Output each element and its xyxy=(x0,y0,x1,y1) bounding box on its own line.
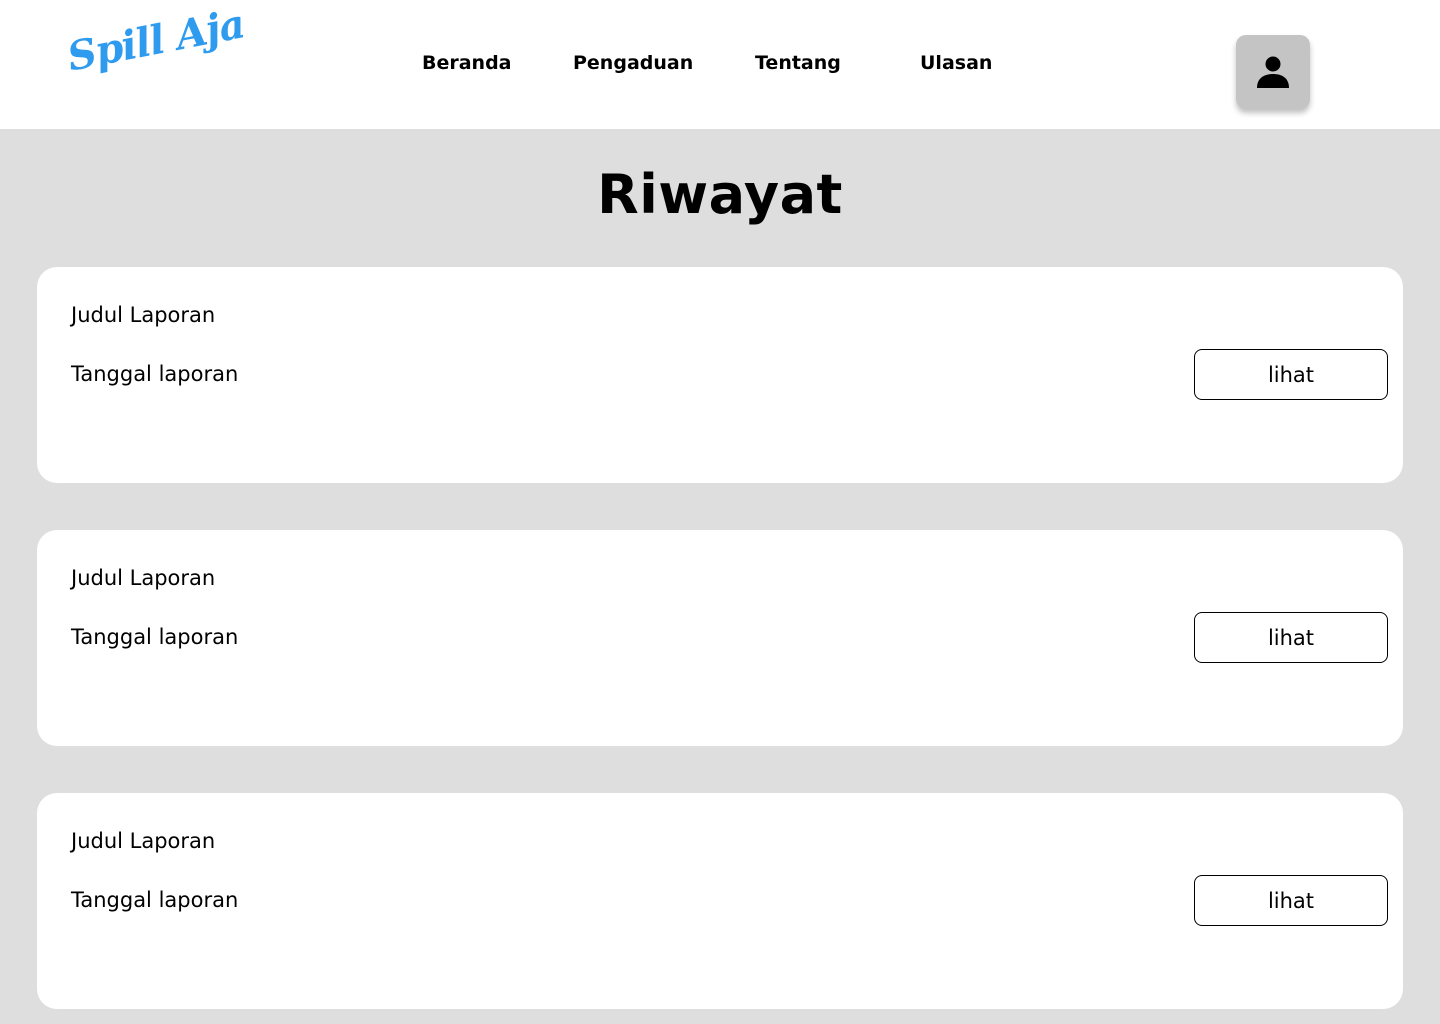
report-date: Tanggal laporan xyxy=(71,625,239,649)
report-card: Judul Laporan Tanggal laporan lihat xyxy=(37,793,1403,1009)
report-title: Judul Laporan xyxy=(71,566,216,590)
nav-item-beranda[interactable]: Beranda xyxy=(422,52,512,74)
top-navbar: Spill Aja Beranda Pengaduan Tentang Ulas… xyxy=(0,0,1440,129)
report-title: Judul Laporan xyxy=(71,829,216,853)
page-title: Riwayat xyxy=(597,163,843,226)
nav-item-pengaduan[interactable]: Pengaduan xyxy=(573,52,693,74)
report-date: Tanggal laporan xyxy=(71,362,239,386)
brand-logo[interactable]: Spill Aja xyxy=(64,0,248,80)
nav-item-ulasan[interactable]: Ulasan xyxy=(920,52,992,74)
report-date: Tanggal laporan xyxy=(71,888,239,912)
view-report-button[interactable]: lihat xyxy=(1194,612,1388,663)
report-card: Judul Laporan Tanggal laporan lihat xyxy=(37,267,1403,483)
report-title: Judul Laporan xyxy=(71,303,216,327)
view-report-button[interactable]: lihat xyxy=(1194,875,1388,926)
profile-button[interactable] xyxy=(1236,35,1310,109)
nav-item-tentang[interactable]: Tentang xyxy=(755,52,841,74)
user-icon xyxy=(1257,56,1289,88)
report-card: Judul Laporan Tanggal laporan lihat xyxy=(37,530,1403,746)
view-report-button[interactable]: lihat xyxy=(1194,349,1388,400)
